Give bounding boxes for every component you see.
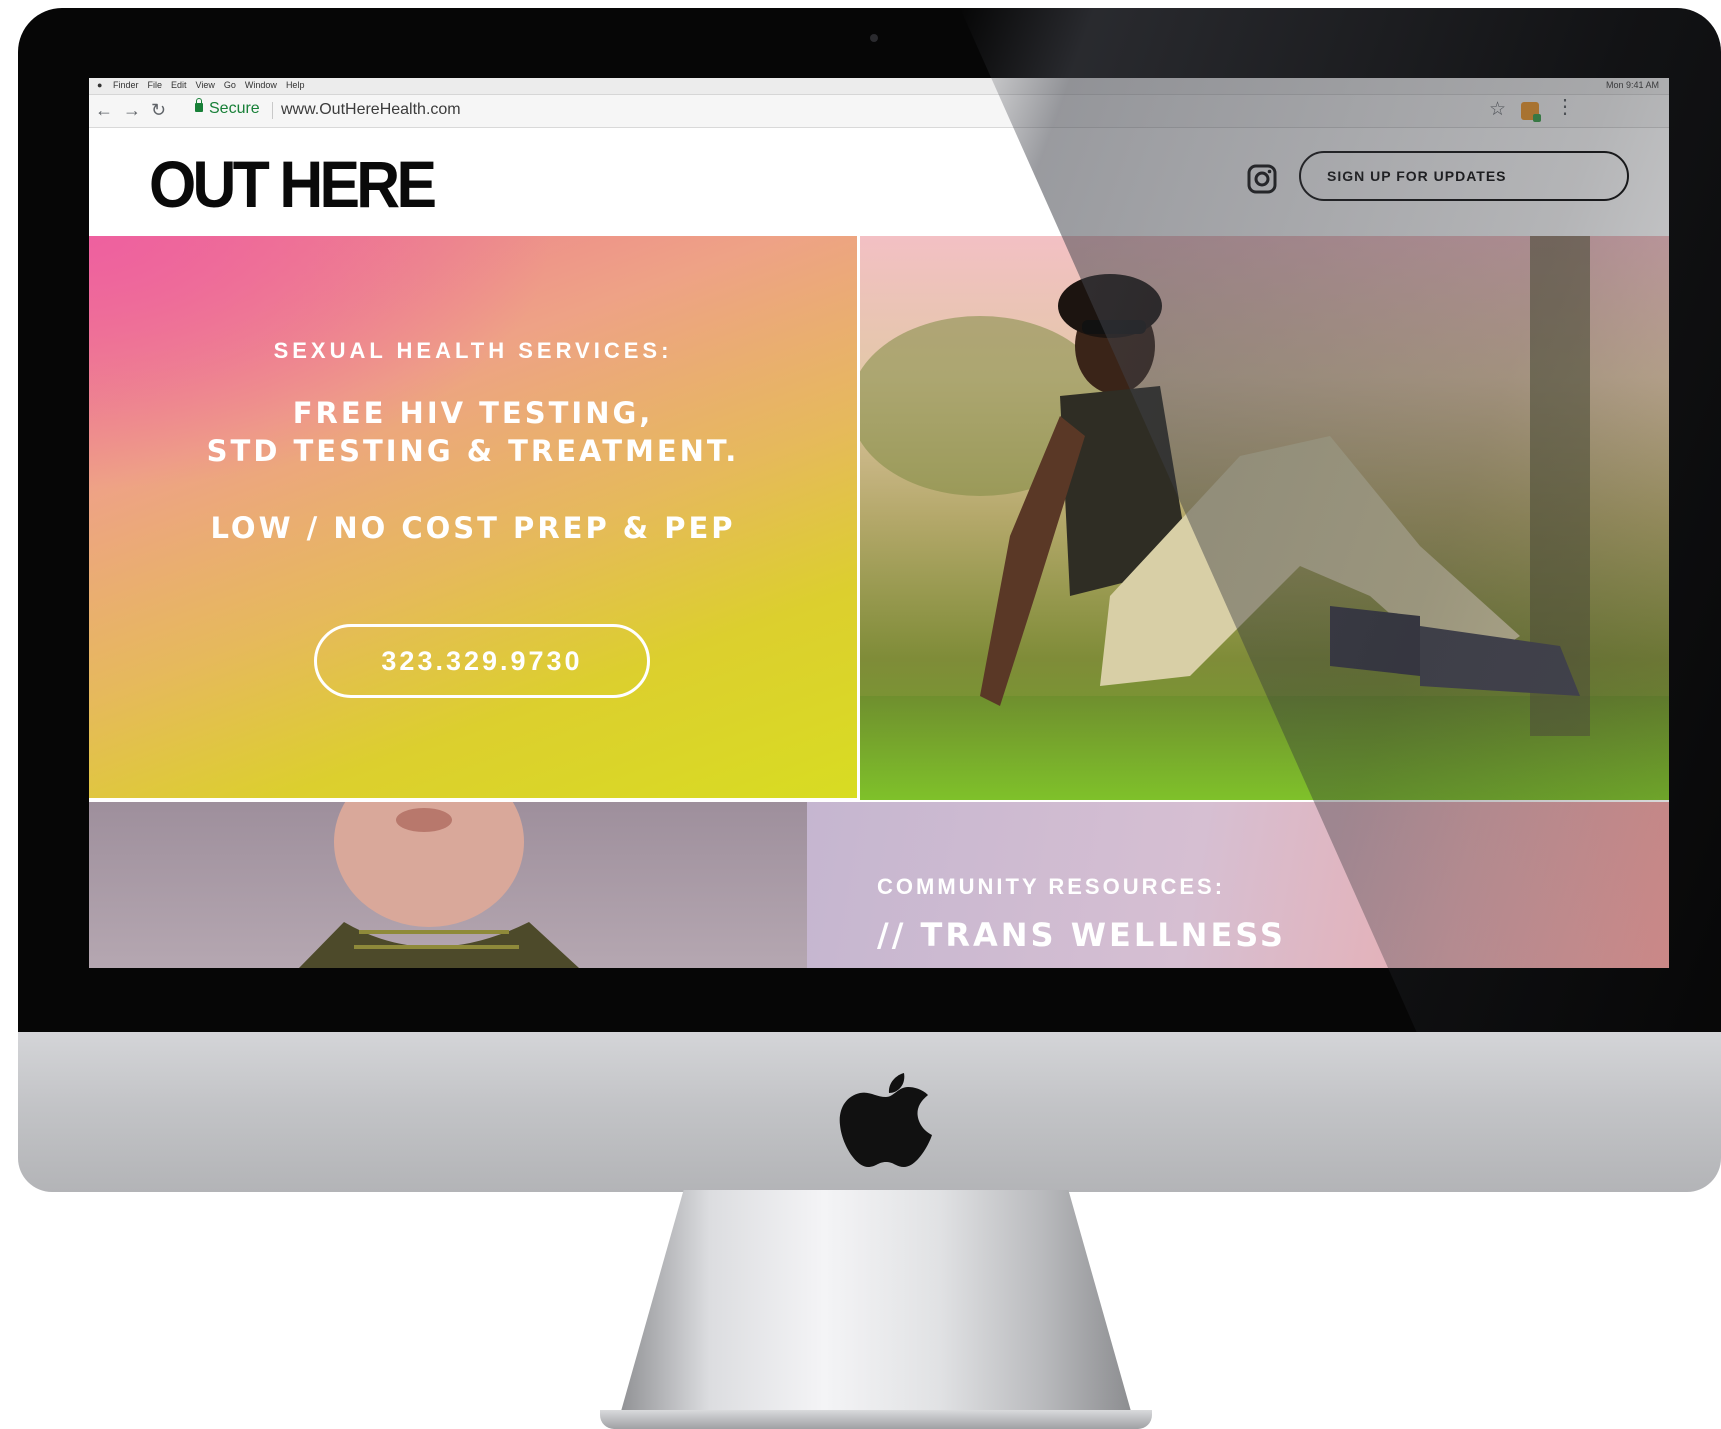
browser-toolbar: ← → ↻ Secure www.OutHereHealth.com ☆ ⋮: [89, 95, 1669, 128]
portrait-photo: [89, 802, 807, 968]
trans-wellness-link[interactable]: // TRANS WELLNESS: [877, 916, 1286, 954]
site-header: OUT HERE SIGN UP FOR UPDATES: [89, 128, 1669, 236]
hero-photo-art: [860, 236, 1669, 800]
apple-icon: [839, 1073, 932, 1167]
services-line-3: LOW / NO COST PREP & PEP: [210, 511, 736, 545]
site-logo[interactable]: OUT HERE: [149, 146, 437, 222]
imac-stand-base: [600, 1410, 1152, 1429]
star-icon[interactable]: ☆: [1489, 98, 1506, 121]
address-bar[interactable]: www.OutHereHealth.com: [281, 101, 461, 119]
menubar-menus: Finder File Edit View Go Window Help: [113, 80, 304, 90]
menu-file[interactable]: File: [148, 80, 163, 90]
services-line-1: FREE HIV TESTING,: [292, 396, 654, 430]
menubar-clock[interactable]: Mon 9:41 AM: [1606, 80, 1659, 90]
hero-photo: [860, 236, 1669, 800]
services-panel: SEXUAL HEALTH SERVICES: FREE HIV TESTING…: [89, 236, 857, 798]
community-label: COMMUNITY RESOURCES:: [877, 874, 1226, 899]
menu-window[interactable]: Window: [245, 80, 277, 90]
menu-finder[interactable]: Finder: [113, 80, 139, 90]
back-icon[interactable]: ←: [95, 100, 113, 120]
mac-menubar: ● Finder File Edit View Go Window Help M…: [89, 78, 1669, 95]
services-line-2: STD TESTING & TREATMENT.: [206, 434, 740, 468]
extension-icon[interactable]: [1521, 102, 1541, 122]
signup-button[interactable]: SIGN UP FOR UPDATES: [1299, 151, 1629, 201]
community-panel: COMMUNITY RESOURCES: // TRANS WELLNESS: [807, 802, 1669, 968]
services-label: SEXUAL HEALTH SERVICES:: [273, 338, 673, 363]
screen: ● Finder File Edit View Go Window Help M…: [89, 78, 1669, 968]
address-divider: [272, 102, 273, 119]
instagram-icon[interactable]: [1247, 164, 1277, 194]
lock-icon: [195, 98, 203, 112]
menu-icon[interactable]: ⋮: [1555, 97, 1575, 117]
secure-label: Secure: [209, 100, 260, 117]
menu-edit[interactable]: Edit: [171, 80, 187, 90]
menu-help[interactable]: Help: [286, 80, 305, 90]
imac-stand: [616, 1190, 1136, 1429]
forward-icon[interactable]: →: [123, 100, 141, 120]
camera: [870, 34, 878, 42]
menu-go[interactable]: Go: [224, 80, 236, 90]
phone-button[interactable]: 323.329.9730: [314, 624, 650, 698]
apple-icon[interactable]: ●: [97, 80, 102, 90]
portrait-photo-art: [299, 802, 579, 968]
menu-view[interactable]: View: [196, 80, 215, 90]
reload-icon[interactable]: ↻: [151, 100, 166, 120]
